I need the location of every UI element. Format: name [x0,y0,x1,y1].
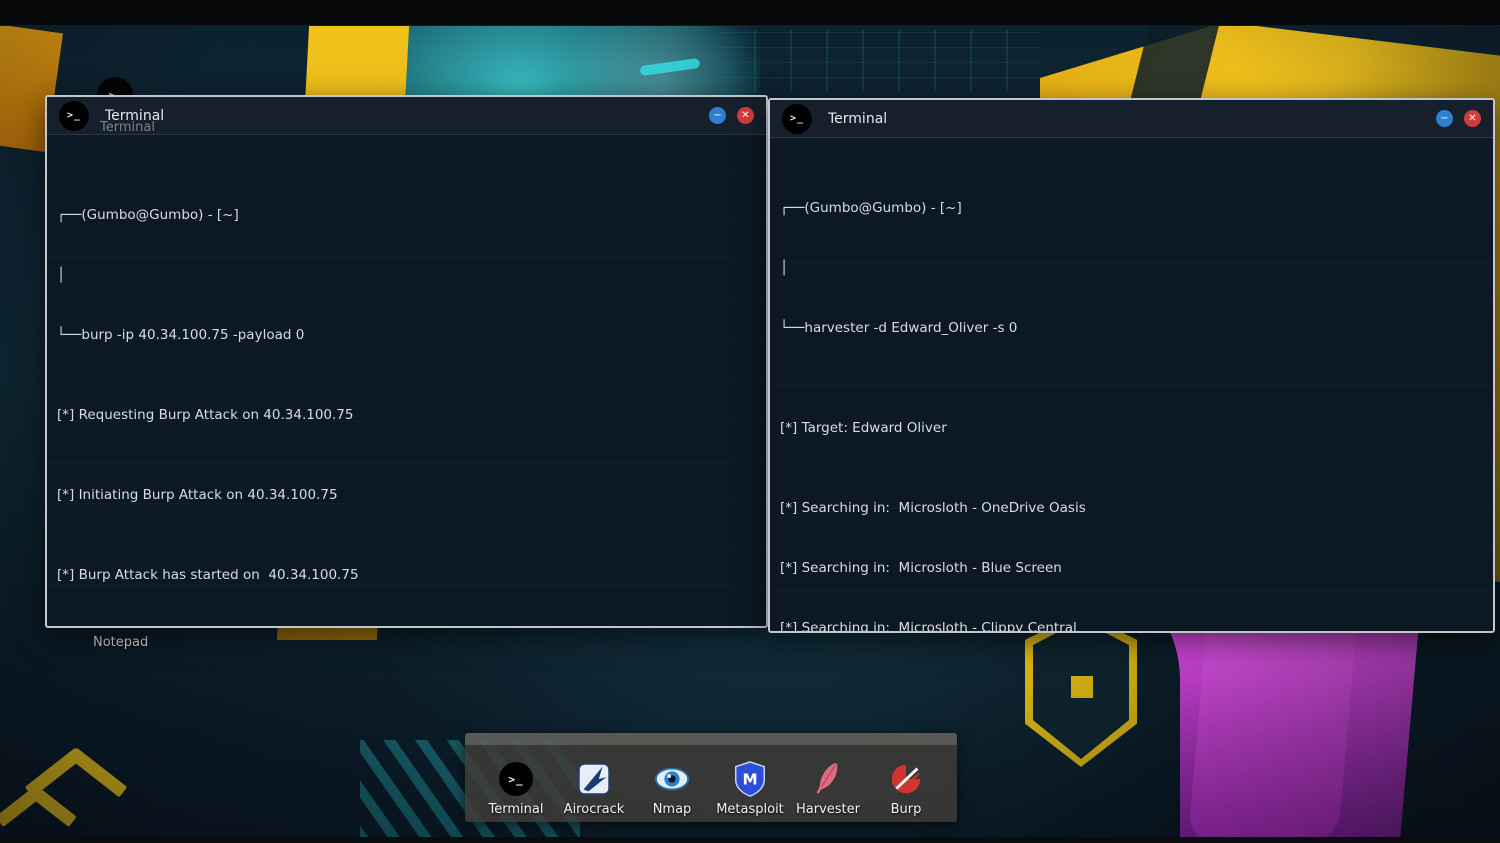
terminal-icon-circle: >_ [499,762,533,796]
prompt-line: │ [57,265,756,285]
background-window-title[interactable]: Terminal [100,120,155,135]
terminal-icon-glyph: >_ [790,113,804,124]
dock-label: Nmap [653,802,692,817]
dock-label: Burp [891,802,922,817]
prompt-line: │ [780,258,1483,278]
nmap-icon [653,760,691,798]
dock-item-airocrack[interactable]: Airocrack [555,760,633,817]
output-line: [*] Initiating Burp Attack on 40.34.100.… [57,485,756,505]
target-line: [*] Target: Edward Oliver [780,418,1483,438]
close-button[interactable]: ✕ [1464,110,1481,127]
dock-item-metasploit[interactable]: M Metasploit [711,760,789,817]
output-line: [*] Searching in: Microsloth - Blue Scre… [780,558,1483,578]
terminal-icon: >_ [497,760,535,798]
terminal-icon: >_ [782,104,812,134]
metasploit-icon: M [731,760,769,798]
terminal-window-left: >_ Terminal − ✕ ┌──(Gumbo@Gumbo) - [~] │… [45,95,768,628]
terminal-icon-glyph: >_ [67,110,81,121]
dock-label: Airocrack [564,802,625,817]
prompt-command: └──burp -ip 40.34.100.75 -payload 0 [57,325,756,345]
svg-text:M: M [742,771,757,789]
output-line: [*] Requesting Burp Attack on 40.34.100.… [57,405,756,425]
prompt-command: └──harvester -d Edward_Oliver -s 0 [780,318,1483,338]
output-line: [*] Searching in: Microsloth - Clippy Ce… [780,618,1483,631]
output-line: [*] Burp Attack has started on 40.34.100… [57,565,756,585]
minimize-button[interactable]: − [1436,110,1453,127]
bottom-bar [0,837,1500,843]
desktop: >_ Terminal Notepad >_ Terminal − ✕ ┌──(… [0,0,1500,843]
prompt-line: ┌──(Gumbo@Gumbo) - [~] [780,198,1483,218]
titlebar[interactable]: >_ Terminal − ✕ [770,100,1493,138]
dock-label: Metasploit [716,802,784,817]
dock-label: Harvester [796,802,860,817]
airocrack-icon [575,760,613,798]
dock-item-burp[interactable]: Burp [867,760,945,817]
prompt-line: ┌──(Gumbo@Gumbo) - [~] [57,205,756,225]
terminal-icon-glyph: >_ [508,773,523,786]
output-line: [*] Searching in: Microsloth - OneDrive … [780,498,1483,518]
terminal-icon: >_ [59,101,89,131]
dock-item-harvester[interactable]: Harvester [789,760,867,817]
harvester-icon [809,760,847,798]
dock-top-strip [465,733,957,745]
burp-icon [887,760,925,798]
close-button[interactable]: ✕ [737,107,754,124]
top-bar [0,0,1500,26]
window-title: Terminal [828,111,887,127]
dock-item-terminal[interactable]: >_ Terminal [477,760,555,817]
dock-label: Terminal [489,802,544,817]
minimize-button[interactable]: − [709,107,726,124]
terminal-window-right: >_ Terminal − ✕ ┌──(Gumbo@Gumbo) - [~] │… [768,98,1495,633]
dock: >_ Terminal Airocrack [465,733,957,822]
notepad-window-title[interactable]: Notepad [93,635,148,650]
terminal-output[interactable]: ┌──(Gumbo@Gumbo) - [~] │ └──harvester -d… [770,138,1493,631]
terminal-output[interactable]: ┌──(Gumbo@Gumbo) - [~] │ └──burp -ip 40.… [47,135,766,626]
dock-item-nmap[interactable]: Nmap [633,760,711,817]
